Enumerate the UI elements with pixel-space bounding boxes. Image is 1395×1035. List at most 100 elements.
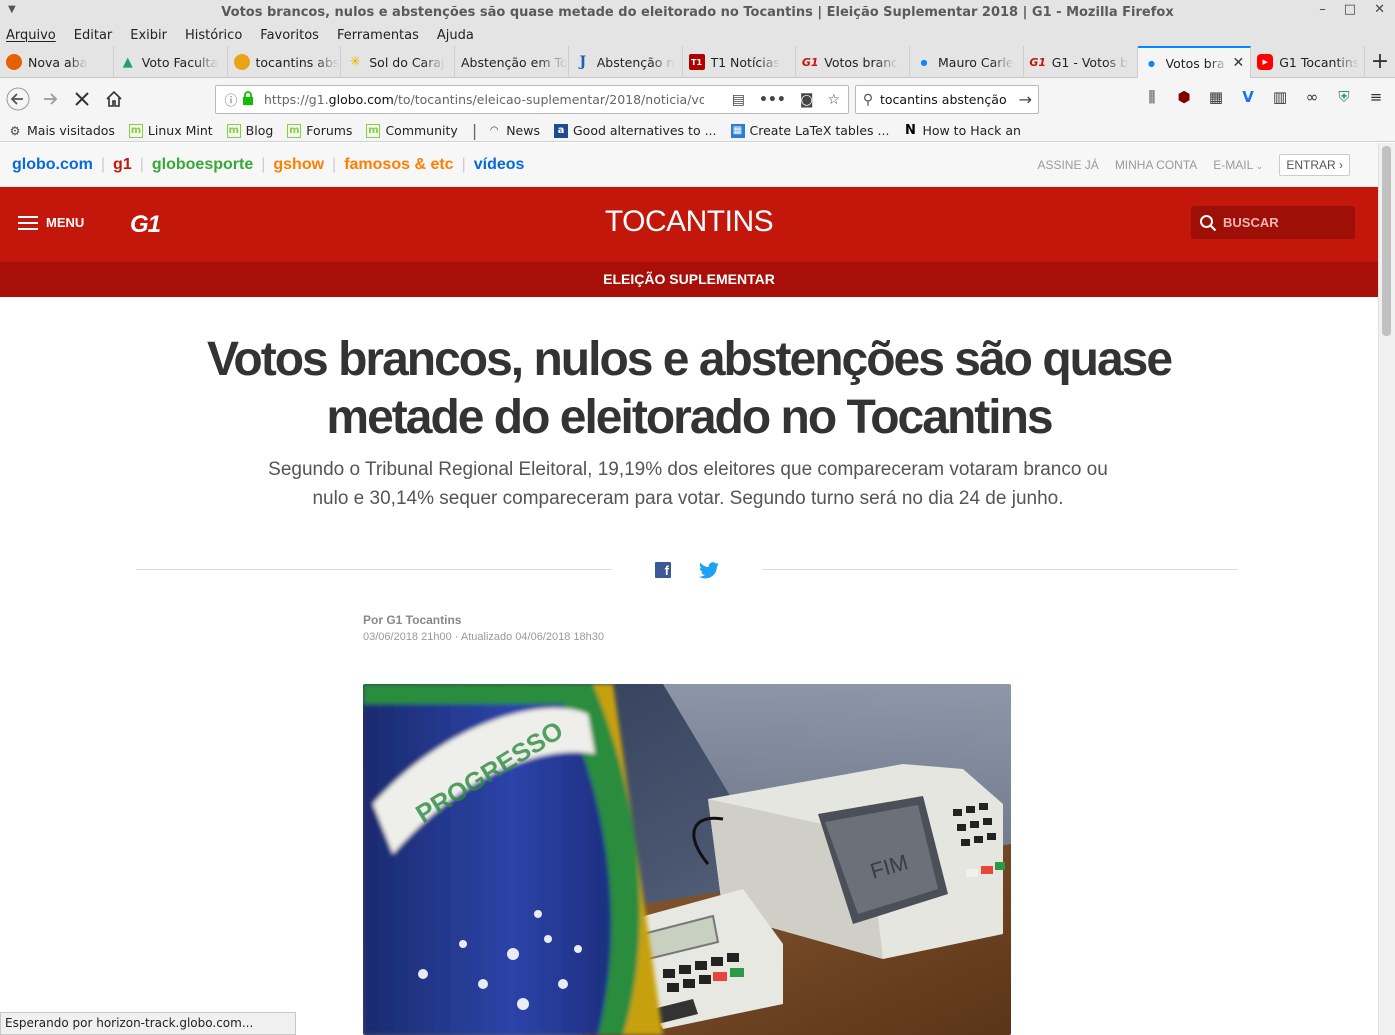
tab-active[interactable]: ● Votos bra ✕ [1137, 46, 1252, 78]
sidebar-icon[interactable]: ▥ [1271, 88, 1289, 106]
subsection-bar[interactable]: ELEIÇÃO SUPLEMENTAR [0, 262, 1378, 297]
close-window-icon[interactable]: ✕ [1374, 2, 1385, 17]
t1-icon: T1 [688, 54, 705, 70]
bookmark-forums[interactable]: m Forums [287, 123, 352, 138]
tab[interactable]: Abstenção em To [455, 46, 569, 78]
menu-ajuda[interactable]: Ajuda [437, 28, 474, 43]
search-input[interactable]: tocantins abstenção [880, 92, 1007, 107]
bookmark-separator: | [471, 121, 478, 140]
lock-icon[interactable] [242, 90, 258, 109]
youtube-icon: ▶ [1257, 54, 1274, 70]
link-videos[interactable]: vídeos [474, 156, 525, 174]
tab-label: Abstenção n [596, 54, 675, 70]
reader-view-icon[interactable]: ▤ [732, 92, 745, 108]
tab[interactable]: T1 T1 Notícias [683, 46, 797, 78]
facebook-icon[interactable]: f [655, 562, 671, 578]
tab[interactable]: ▲ Voto Faculta [114, 46, 228, 78]
stop-button[interactable] [66, 83, 98, 115]
tab[interactable]: ✳ Sol do Caraj [341, 46, 455, 78]
bookmark-linux-mint[interactable]: m Linux Mint [128, 123, 213, 138]
g1-icon: G1 [801, 55, 819, 69]
pocket-icon[interactable]: ◙ [800, 92, 814, 108]
section-title[interactable]: TOCANTINS [0, 205, 1378, 239]
back-button[interactable] [2, 83, 34, 115]
toolbar-icons: ⫼ ⬢ ▦ V ▥ ∞ ⛨ ≡ [1143, 88, 1385, 106]
search-go-icon[interactable]: → [1019, 90, 1032, 109]
tab[interactable]: G1 Votos branc [796, 46, 910, 78]
status-bar: Esperando por horizon-track.globo.com... [0, 1012, 296, 1035]
bookmark-label: Community [385, 123, 458, 138]
bookmark-alternatives[interactable]: a Good alternatives to ... [553, 123, 717, 138]
hamburger-menu-icon[interactable]: ≡ [1367, 88, 1385, 106]
search-bar[interactable]: ⚲ tocantins abstenção → [855, 85, 1039, 114]
page-scrollbar[interactable] [1378, 143, 1395, 1035]
menu-arquivo[interactable]: Arquivo [6, 28, 56, 43]
link-famosos[interactable]: famosos & etc [344, 156, 453, 174]
url-text[interactable]: https://g1.globo.com/to/tocantins/eleica… [264, 92, 704, 107]
article-photo[interactable]: FIM PROGRESSO [363, 684, 1011, 1035]
link-icon[interactable]: ∞ [1303, 88, 1321, 106]
extension-icon[interactable]: ▦ [1207, 88, 1225, 106]
minimize-icon[interactable]: – [1319, 2, 1326, 17]
link-globoesporte[interactable]: globoesporte [152, 156, 253, 174]
article-dates: 03/06/2018 21h00 · Atualizado 04/06/2018… [363, 631, 604, 643]
article-subtitle: Segundo o Tribunal Regional Eleitoral, 1… [268, 459, 1108, 509]
gear-icon: ⚙ [9, 123, 21, 138]
tab[interactable]: Nova aba [0, 46, 114, 78]
link-gshow[interactable]: gshow [273, 156, 324, 174]
email-label: E-MAIL [1213, 157, 1254, 172]
library-icon[interactable]: ⫼ [1143, 88, 1161, 106]
tab-label: G1 - Votos b [1051, 54, 1129, 70]
menu-favoritos[interactable]: Favoritos [260, 28, 319, 43]
tab[interactable]: ● Mauro Carle [910, 46, 1024, 78]
link-globo-com[interactable]: globo.com [12, 156, 93, 174]
bookmark-community[interactable]: m Community [366, 123, 458, 138]
bookmark-label: Forums [306, 123, 353, 138]
search-box[interactable]: BUSCAR [1191, 206, 1355, 239]
menu-ferramentas[interactable]: Ferramentas [337, 28, 419, 43]
back-arrow-icon [6, 87, 30, 111]
link-g1[interactable]: g1 [113, 156, 132, 174]
scrollbar-thumb[interactable] [1382, 146, 1391, 336]
menu-editar[interactable]: Editar [74, 28, 113, 43]
bookmark-star-icon[interactable]: ☆ [827, 92, 840, 108]
extension-v-icon[interactable]: V [1239, 88, 1257, 106]
separator: | [261, 155, 266, 173]
separator: | [139, 155, 144, 173]
bookmark-label: News [506, 123, 540, 138]
close-tab-icon[interactable]: ✕ [1233, 55, 1245, 71]
tab[interactable]: ▶ G1 Tocantins [1251, 46, 1365, 78]
info-icon[interactable]: ⓘ [220, 90, 242, 109]
new-tab-button[interactable]: + [1365, 46, 1395, 77]
assine-link[interactable]: ASSINE JÁ [1037, 158, 1098, 172]
twitter-icon[interactable] [699, 561, 719, 579]
ublock-icon[interactable]: ⬢ [1175, 88, 1193, 106]
tab[interactable]: tocantins abs [228, 46, 342, 78]
firefox-icon [6, 54, 22, 70]
url-bar[interactable]: ⓘ https://g1.globo.com/to/tocantins/elei… [215, 85, 849, 114]
entrar-button[interactable]: ENTRAR › [1279, 153, 1350, 176]
tab[interactable]: G1 G1 - Votos b [1024, 46, 1138, 78]
tab-label: Sol do Caraj [369, 54, 445, 70]
tab-label: G1 Tocantins [1279, 54, 1360, 70]
forward-button[interactable] [34, 83, 66, 115]
bookmark-how-to-hack[interactable]: N How to Hack an [903, 123, 1021, 138]
menu-historico[interactable]: Histórico [185, 28, 242, 43]
menu-exibir[interactable]: Exibir [130, 28, 167, 43]
email-dropdown[interactable]: E-MAIL ⌄ [1213, 158, 1263, 172]
separator: | [461, 155, 466, 173]
bookmark-latex-tables[interactable]: ▦ Create LaTeX tables ... [730, 123, 890, 138]
shield-icon[interactable]: ⛨ [1335, 88, 1353, 106]
bookmark-blog[interactable]: m Blog [226, 123, 273, 138]
bookmark-label: Create LaTeX tables ... [749, 123, 890, 138]
stop-icon [75, 92, 89, 106]
tab[interactable]: J Abstenção n [569, 46, 683, 78]
home-button[interactable] [98, 83, 130, 115]
page-actions-icon[interactable]: ••• [759, 92, 786, 108]
window-menu-icon[interactable]: ▼ [8, 4, 16, 15]
bookmark-mais-visitados[interactable]: ⚙ Mais visitados [8, 123, 115, 138]
bookmark-news[interactable]: ◠ News [487, 123, 540, 138]
tab-bar: Nova aba ▲ Voto Faculta tocantins abs ✳ So… [0, 46, 1395, 78]
minha-conta-link[interactable]: MINHA CONTA [1115, 158, 1197, 172]
maximize-icon[interactable]: □ [1344, 2, 1356, 17]
